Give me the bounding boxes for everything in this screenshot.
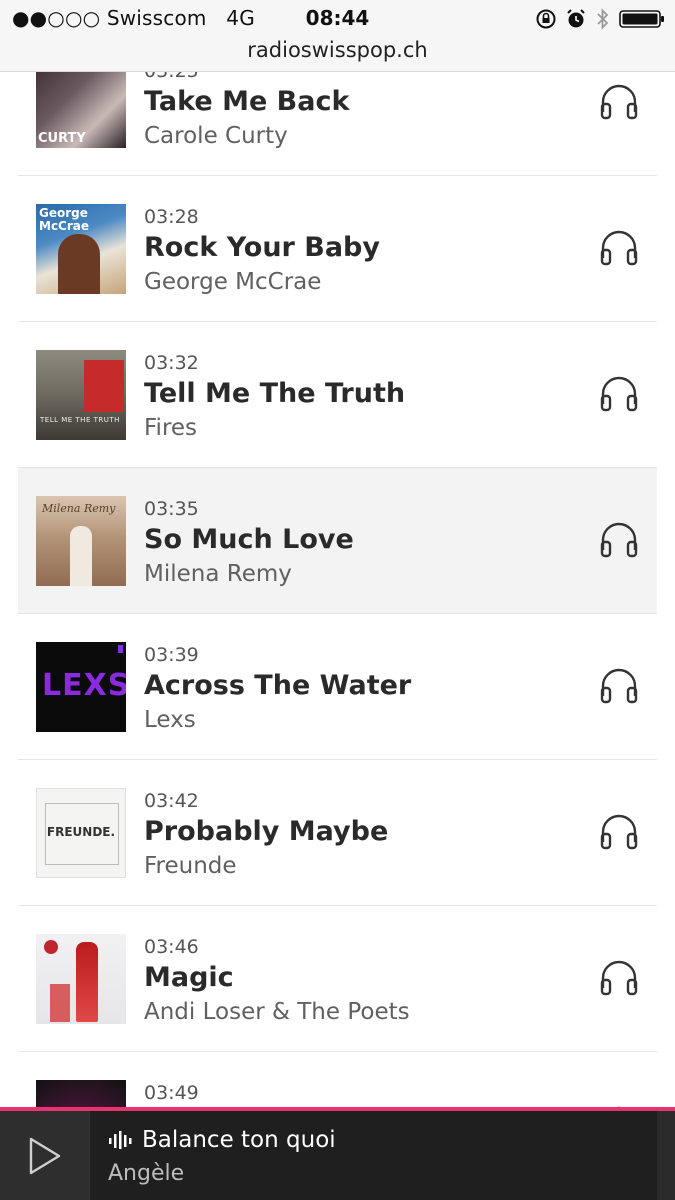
alarm-icon — [567, 9, 585, 28]
album-cover: George McCrae — [36, 204, 126, 294]
cover-text: Milena Remy — [42, 502, 116, 515]
track-time: 03:32 — [144, 352, 199, 374]
track-artist: Carole Curty — [144, 123, 288, 149]
track-row[interactable]: 03:46 Magic Andi Loser & The Poets — [18, 906, 657, 1052]
equalizer-icon — [109, 1131, 132, 1149]
track-title: So Much Love — [144, 524, 354, 555]
track-artist: George McCrae — [144, 269, 322, 295]
cover-text: LEXS — [42, 668, 126, 703]
headphones-icon[interactable] — [599, 228, 639, 268]
headphones-icon[interactable] — [599, 666, 639, 706]
track-row[interactable]: George McCrae 03:28 Rock Your Baby Georg… — [18, 176, 657, 322]
track-row[interactable]: 03:49 — [18, 1052, 657, 1107]
track-row[interactable]: LEXS 03:39 Across The Water Lexs — [18, 614, 657, 760]
track-artist: Andi Loser & The Poets — [144, 999, 410, 1025]
bluetooth-icon — [597, 8, 609, 30]
track-time: 03:46 — [144, 936, 199, 958]
player-edge — [657, 1111, 675, 1200]
album-cover — [36, 1080, 126, 1107]
album-cover — [36, 934, 126, 1024]
orientation-lock-icon — [536, 9, 556, 29]
album-cover: Milena Remy — [36, 496, 126, 586]
cover-text: CURTY — [38, 131, 86, 146]
headphones-icon[interactable] — [599, 82, 639, 122]
play-button[interactable] — [0, 1111, 90, 1200]
cover-text: TELL ME THE TRUTH — [40, 416, 120, 424]
cover-text: FREUNDE. — [46, 825, 116, 839]
now-playing-artist: Angèle — [108, 1161, 185, 1186]
address-bar-url[interactable]: radioswisspop.ch — [0, 38, 675, 62]
track-time: 03:42 — [144, 790, 199, 812]
track-artist: Freunde — [144, 853, 237, 879]
track-time: 03:28 — [144, 206, 199, 228]
track-title: Tell Me The Truth — [144, 378, 406, 409]
cover-text: George McCrae — [39, 206, 90, 233]
track-row-current[interactable]: Milena Remy 03:35 So Much Love Milena Re… — [18, 468, 657, 614]
track-artist: Lexs — [144, 707, 196, 733]
status-icons — [535, 8, 665, 30]
headphones-icon[interactable] — [599, 812, 639, 852]
track-time: 03:39 — [144, 644, 199, 666]
now-playing-title-wrap: Balance ton quoi — [108, 1127, 336, 1153]
track-artist: Fires — [144, 415, 198, 441]
play-icon — [29, 1137, 61, 1174]
track-title: Rock Your Baby — [144, 232, 380, 263]
track-row[interactable]: TELL ME THE TRUTH 03:32 Tell Me The Trut… — [18, 322, 657, 468]
headphones-icon[interactable] — [599, 958, 639, 998]
album-cover: TELL ME THE TRUTH — [36, 350, 126, 440]
track-time: 03:25 — [144, 72, 199, 82]
headphones-icon[interactable] — [599, 374, 639, 414]
track-artist: Milena Remy — [144, 561, 292, 587]
track-title: Take Me Back — [144, 86, 350, 117]
track-title: Across The Water — [144, 670, 412, 701]
battery-icon — [619, 10, 664, 28]
album-cover: CURTY — [36, 72, 126, 148]
track-title: Probably Maybe — [144, 816, 389, 847]
playlist: CURTY 03:25 Take Me Back Carole Curty Ge… — [18, 72, 657, 1107]
track-title: Magic — [144, 962, 234, 993]
now-playing-bar: Balance ton quoi Angèle — [0, 1107, 675, 1200]
now-playing-title: Balance ton quoi — [142, 1127, 336, 1153]
headphones-icon[interactable] — [599, 520, 639, 560]
track-time: 03:49 — [144, 1082, 199, 1104]
status-bar: ●●○○○ Swisscom 4G 08:44 radioswisspop.ch — [0, 0, 675, 72]
track-row[interactable]: CURTY 03:25 Take Me Back Carole Curty — [18, 72, 657, 176]
track-time: 03:35 — [144, 498, 199, 520]
track-row[interactable]: FREUNDE. 03:42 Probably Maybe Freunde — [18, 760, 657, 906]
album-cover: LEXS — [36, 642, 126, 732]
album-cover: FREUNDE. — [36, 788, 126, 878]
